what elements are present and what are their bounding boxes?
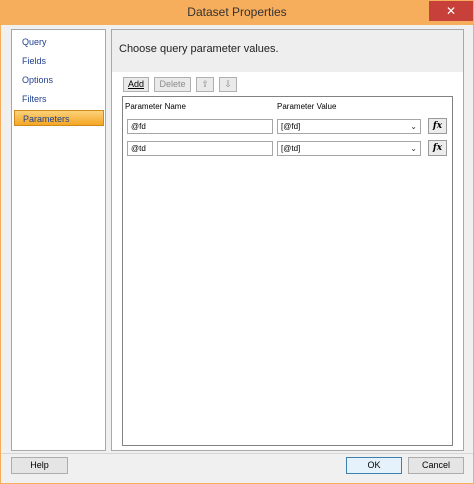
parameter-value-select[interactable]: [@fd] ⌄: [277, 119, 421, 134]
column-header-parameter-value: Parameter Value: [277, 102, 337, 111]
page-heading: Choose query parameter values.: [119, 43, 279, 55]
delete-button-label: Delete: [159, 79, 186, 89]
close-icon: ✕: [445, 4, 457, 18]
move-down-button[interactable]: ⇩: [219, 77, 237, 92]
sidebar-item-fields[interactable]: Fields: [14, 53, 104, 69]
sidebar-item-options[interactable]: Options: [14, 72, 104, 88]
chevron-down-icon: ⌄: [410, 122, 417, 131]
chevron-down-icon: ⌄: [410, 144, 417, 153]
parameter-value-text: [@fd]: [281, 122, 301, 131]
cancel-button-label: Cancel: [421, 460, 450, 470]
ok-button[interactable]: OK: [346, 457, 402, 474]
window-title: Dataset Properties: [187, 5, 287, 19]
column-header-parameter-name: Parameter Name: [125, 102, 186, 111]
title-bar: Dataset Properties ✕: [1, 1, 473, 25]
help-button-label: Help: [30, 460, 49, 470]
sidebar-item-parameters[interactable]: Parameters: [14, 110, 104, 126]
cancel-button[interactable]: Cancel: [408, 457, 464, 474]
help-button[interactable]: Help: [11, 457, 68, 474]
footer-divider: [1, 453, 473, 454]
move-up-button[interactable]: ⇧: [196, 77, 214, 92]
function-icon: fx: [432, 121, 443, 131]
sidebar-item-query[interactable]: Query: [14, 34, 104, 50]
header-band: Choose query parameter values.: [112, 30, 463, 72]
arrow-down-icon: ⇩: [224, 79, 232, 89]
parameter-value-text: [@td]: [281, 144, 301, 153]
close-button[interactable]: ✕: [429, 1, 473, 21]
function-icon: fx: [432, 143, 443, 153]
sidebar-nav: Query Fields Options Filters Parameters: [11, 29, 106, 451]
dataset-properties-window: Dataset Properties ✕ Query Fields Option…: [0, 0, 474, 484]
parameter-value-select[interactable]: [@td] ⌄: [277, 141, 421, 156]
sidebar-item-filters[interactable]: Filters: [14, 91, 104, 107]
parameter-name-input[interactable]: [127, 119, 273, 134]
delete-button[interactable]: Delete: [154, 77, 191, 92]
add-button-label: Add: [127, 79, 144, 89]
parameter-name-input[interactable]: [127, 141, 273, 156]
expression-button[interactable]: fx: [428, 118, 447, 134]
expression-button[interactable]: fx: [428, 140, 447, 156]
arrow-up-icon: ⇧: [201, 79, 209, 89]
add-button[interactable]: Add: [123, 77, 149, 92]
ok-button-label: OK: [367, 460, 381, 470]
